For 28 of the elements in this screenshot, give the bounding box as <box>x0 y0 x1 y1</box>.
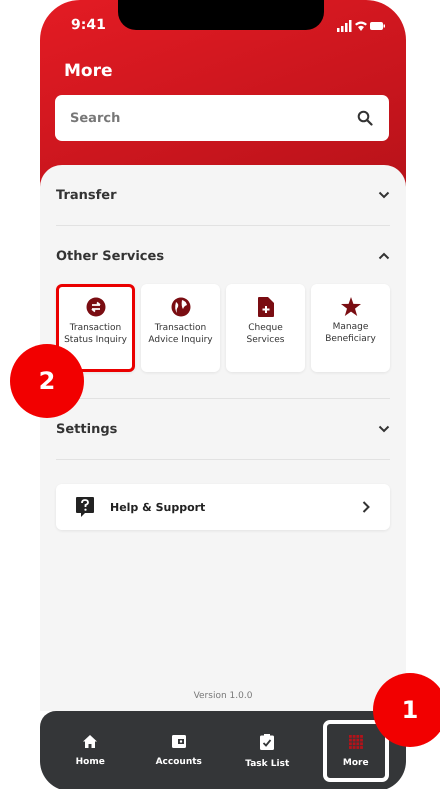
clipboard-check-icon <box>260 734 274 750</box>
service-tile[interactable]: Transaction Advice Inquiry <box>141 284 220 372</box>
step-callout-tooltip: 2 <box>10 344 84 418</box>
wallet-icon <box>172 735 186 748</box>
nav-tab[interactable]: Accounts <box>146 720 212 782</box>
service-tile[interactable]: Manage Beneficiary <box>311 284 390 372</box>
nav-tab[interactable]: Home <box>57 720 124 782</box>
service-tile[interactable]: Cheque Services <box>226 284 305 372</box>
version-text: Version 1.0.0 <box>192 691 254 703</box>
page-title: More <box>64 61 114 81</box>
document-plus-icon <box>258 297 274 317</box>
help-support-card[interactable]: Help & Support <box>56 484 390 530</box>
home-icon <box>83 735 98 748</box>
search-field[interactable]: Search <box>55 95 389 141</box>
service-tile[interactable]: Transaction Status Inquiry <box>56 284 135 372</box>
status-time: 9:41 <box>70 16 106 33</box>
grid-icon <box>348 734 363 748</box>
chevron-right-icon <box>362 501 370 513</box>
section-header[interactable]: Other Services <box>56 247 390 265</box>
section-header[interactable]: Transfer <box>56 186 390 204</box>
search-icon <box>357 110 373 126</box>
question-icon <box>76 497 94 517</box>
section-header[interactable]: Settings <box>56 420 390 438</box>
star-icon <box>340 297 360 316</box>
search-input[interactable]: Search <box>70 110 357 126</box>
exchange-arrows-icon <box>86 297 106 317</box>
nav-tab[interactable]: Task List <box>234 720 300 782</box>
status-icons <box>336 20 385 32</box>
